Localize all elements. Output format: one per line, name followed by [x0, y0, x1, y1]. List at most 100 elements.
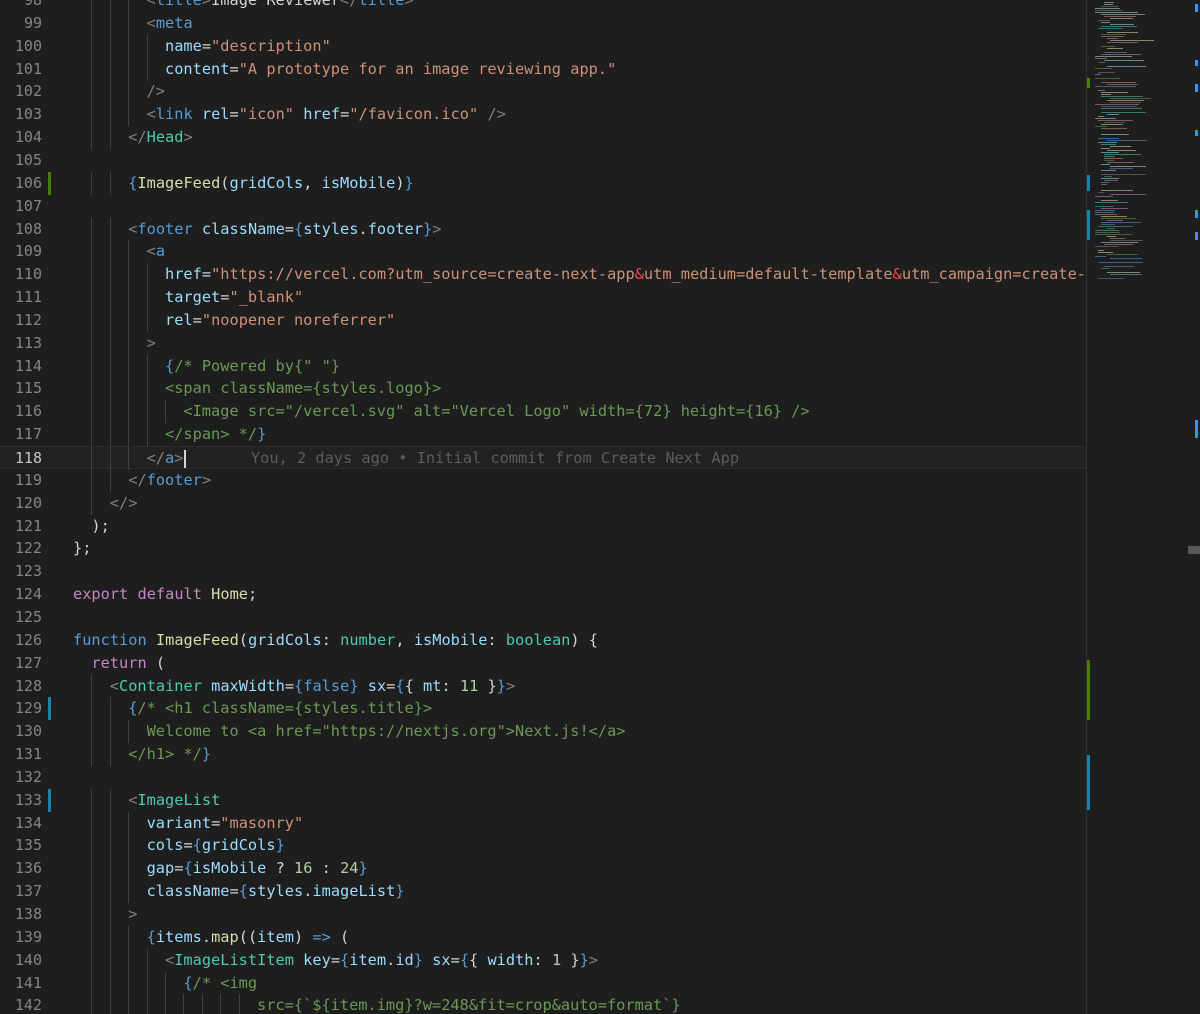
- indent-guide: [109, 743, 111, 767]
- code-line[interactable]: 110 href="https://vercel.com?utm_source=c…: [0, 263, 1086, 287]
- code-token: <: [146, 0, 156, 9]
- code-token: imageList: [312, 882, 396, 901]
- code-line[interactable]: 140 <ImageListItem key={item.id} sx={{ wi…: [0, 948, 1086, 972]
- minimap-line: [1098, 72, 1115, 73]
- code-token: </h1> */: [128, 745, 202, 764]
- code-text: target="_blank": [165, 286, 1086, 309]
- minimap-line: [1098, 262, 1143, 263]
- minimap-line: [1101, 170, 1116, 171]
- code-line[interactable]: 103 <link rel="icon" href="/favicon.ico" …: [0, 103, 1086, 127]
- code-line[interactable]: 117 </span> */}: [0, 423, 1086, 447]
- code-line[interactable]: 101 content="A prototype for an image rev…: [0, 57, 1086, 81]
- code-line[interactable]: 122};: [0, 537, 1086, 560]
- code-token: }: [561, 950, 580, 969]
- code-line[interactable]: 104 </Head>: [0, 126, 1086, 150]
- code-line[interactable]: 116 <Image src="/vercel.svg" alt="Vercel …: [0, 400, 1086, 424]
- code-line[interactable]: 100 name="description": [0, 34, 1086, 58]
- indent-guide: [109, 697, 111, 721]
- code-line[interactable]: 119 </footer>: [0, 468, 1086, 492]
- minimap-line: [1098, 250, 1104, 251]
- indent-guide: [109, 423, 111, 447]
- code-line[interactable]: 138 >: [0, 903, 1086, 926]
- code-line[interactable]: 128 <Container maxWidth={false} sx={{ mt:…: [0, 674, 1086, 698]
- code-token: Container: [119, 676, 202, 695]
- code-line[interactable]: 120 </>: [0, 491, 1086, 515]
- git-change-marker[interactable]: [48, 697, 51, 721]
- code-line[interactable]: 112 rel="noopener noreferrer": [0, 308, 1086, 332]
- indent-guide: [146, 994, 148, 1014]
- code-token: (: [238, 630, 249, 649]
- code-line[interactable]: 107: [0, 195, 1086, 218]
- code-line[interactable]: 106 {ImageFeed(gridCols, isMobile)}: [0, 171, 1086, 195]
- indent-guide: [91, 468, 93, 492]
- code-token: }: [496, 676, 506, 695]
- code-line[interactable]: 134 variant="masonry": [0, 811, 1086, 835]
- code-line[interactable]: 114 {/* Powered by{" "}: [0, 354, 1086, 378]
- line-number: 102: [14, 82, 42, 101]
- code-token: }: [395, 882, 405, 901]
- code-line[interactable]: 111 target="_blank": [0, 286, 1086, 310]
- code-token: meta: [155, 13, 193, 32]
- code-line[interactable]: 124 export default Home;: [0, 583, 1086, 606]
- code-line[interactable]: 135 cols={gridCols}: [0, 834, 1086, 858]
- code-token: default: [137, 585, 202, 604]
- code-line[interactable]: 127 return (: [0, 652, 1086, 675]
- code-line[interactable]: 133 <ImageList: [0, 788, 1086, 812]
- code-token: return: [91, 653, 147, 672]
- indent-guide: [220, 994, 222, 1014]
- code-token: <: [165, 950, 175, 969]
- minimap-line: [1101, 268, 1110, 269]
- minimap[interactable]: [1086, 0, 1200, 1014]
- git-change-marker[interactable]: [48, 788, 51, 812]
- code-line[interactable]: 123: [0, 560, 1086, 583]
- code-token: className: [146, 882, 230, 901]
- indent-guide: [165, 971, 166, 995]
- code-line[interactable]: 99 <meta: [0, 11, 1086, 35]
- indent-guide: [91, 286, 93, 310]
- code-line[interactable]: 129 {/* <h1 className={styles.title}>: [0, 697, 1086, 721]
- indent-guide: [109, 903, 111, 926]
- code-line[interactable]: 108 <footer className={styles.footer}>: [0, 217, 1086, 241]
- indent-guide: [109, 994, 111, 1014]
- code-line[interactable]: 105: [0, 149, 1086, 172]
- code-line[interactable]: 130 Welcome to <a href="https://nextjs.or…: [0, 720, 1086, 744]
- code-line[interactable]: 102 />: [0, 80, 1086, 104]
- code-line[interactable]: 126 function ImageFeed(gridCols: number, …: [0, 629, 1086, 652]
- code-token: "noopener noreferrer": [201, 310, 396, 329]
- code-line[interactable]: 109 <a: [0, 240, 1086, 264]
- indent-guide: [91, 400, 93, 424]
- code-line[interactable]: 139 {items.map((item) => (: [0, 925, 1086, 949]
- code-token: rel: [165, 310, 193, 329]
- indent-guide: [91, 103, 93, 127]
- code-line[interactable]: 131 </h1> */}: [0, 743, 1086, 767]
- minimap-line: [1104, 156, 1115, 157]
- code-line[interactable]: 141 {/* <img: [0, 971, 1086, 995]
- code-line[interactable]: 118 </a> You, 2 days ago • Initial commit…: [0, 446, 1086, 470]
- code-text: return (: [91, 652, 1086, 675]
- indent-guide: [128, 11, 130, 35]
- indent-guide: [91, 34, 93, 58]
- minimap-line: [1101, 112, 1146, 113]
- git-change-marker[interactable]: [48, 171, 51, 195]
- code-line[interactable]: 142 src={`${item.img}?w=248&fit=crop&auto…: [0, 994, 1086, 1014]
- code-line[interactable]: 137 className={styles.imageList}: [0, 880, 1086, 904]
- code-line[interactable]: 113 >: [0, 331, 1086, 355]
- code-token: target: [165, 288, 221, 307]
- code-token: =: [340, 105, 350, 124]
- line-number: 128: [14, 676, 42, 695]
- minimap-line: [1110, 238, 1125, 239]
- code-line[interactable]: 132: [0, 766, 1086, 789]
- code-line[interactable]: 98 <title>Image Reviewer</title>: [0, 0, 1086, 12]
- scrollbar-thumb[interactable]: [1188, 546, 1200, 554]
- code-line[interactable]: 136 gap={isMobile ? 16 : 24}: [0, 857, 1086, 881]
- minimap-line: [1101, 26, 1137, 27]
- code-token: }: [404, 173, 414, 192]
- minimap-change-marker: [1087, 175, 1090, 191]
- code-line[interactable]: 125: [0, 606, 1086, 629]
- indent-guide: [91, 971, 93, 995]
- indent-guide: [91, 0, 93, 12]
- code-line[interactable]: 121);: [0, 515, 1086, 538]
- line-number: 138: [14, 905, 42, 923]
- code-line[interactable]: 115 <span className={styles.logo}>: [0, 377, 1086, 401]
- code-editor[interactable]: 98 <title>Image Reviewer</title> 99 <meta 10…: [0, 0, 1086, 1014]
